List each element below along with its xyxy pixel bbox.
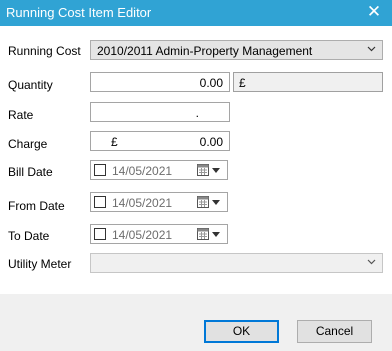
ok-button[interactable]: OK xyxy=(204,320,279,343)
quantity-label: Quantity xyxy=(8,78,53,92)
quantity-unit: £ xyxy=(239,76,246,90)
rate-value: . xyxy=(195,106,199,120)
bill-date-label: Bill Date xyxy=(8,165,53,179)
chevron-down-icon[interactable] xyxy=(212,168,220,173)
rate-input[interactable]: . xyxy=(90,102,230,122)
bill-date-checkbox[interactable] xyxy=(94,164,106,176)
chevron-down-icon[interactable] xyxy=(212,232,220,237)
running-cost-select[interactable]: 2010/2011 Admin-Property Management xyxy=(90,40,383,60)
charge-label: Charge xyxy=(8,137,48,151)
rate-label: Rate xyxy=(8,108,34,122)
from-date-label: From Date xyxy=(8,199,65,213)
calendar-icon[interactable] xyxy=(197,164,209,176)
bill-date-picker[interactable]: 14/05/2021 xyxy=(90,160,228,180)
from-date-checkbox[interactable] xyxy=(94,196,106,208)
running-cost-label: Running Cost xyxy=(8,44,81,58)
charge-currency: £ xyxy=(111,135,118,149)
quantity-value: 0.00 xyxy=(199,76,223,90)
from-date-value: 14/05/2021 xyxy=(112,196,173,210)
utility-meter-select[interactable] xyxy=(90,253,383,273)
to-date-value: 14/05/2021 xyxy=(112,228,173,242)
to-date-label: To Date xyxy=(8,229,50,243)
calendar-icon[interactable] xyxy=(197,228,209,240)
quantity-input[interactable]: 0.00 xyxy=(90,72,230,92)
utility-meter-label: Utility Meter xyxy=(8,257,72,271)
form-panel: Running Cost 2010/2011 Admin-Property Ma… xyxy=(0,26,392,294)
chevron-down-icon[interactable] xyxy=(212,200,220,205)
title-bar: Running Cost Item Editor ✕ xyxy=(0,0,392,26)
cancel-button[interactable]: Cancel xyxy=(297,320,372,343)
chevron-down-icon xyxy=(367,259,376,265)
to-date-picker[interactable]: 14/05/2021 xyxy=(90,224,228,244)
button-bar: OK Cancel xyxy=(0,294,392,351)
window-title: Running Cost Item Editor xyxy=(6,5,152,20)
charge-input[interactable]: £ 0.00 xyxy=(90,131,230,151)
running-cost-value: 2010/2011 Admin-Property Management xyxy=(97,44,313,58)
quantity-unit-field: £ xyxy=(233,72,383,92)
to-date-checkbox[interactable] xyxy=(94,228,106,240)
chevron-down-icon xyxy=(367,46,376,52)
from-date-picker[interactable]: 14/05/2021 xyxy=(90,192,228,212)
close-icon[interactable]: ✕ xyxy=(364,2,384,22)
calendar-icon[interactable] xyxy=(197,196,209,208)
charge-value: 0.00 xyxy=(199,135,223,149)
bill-date-value: 14/05/2021 xyxy=(112,164,173,178)
